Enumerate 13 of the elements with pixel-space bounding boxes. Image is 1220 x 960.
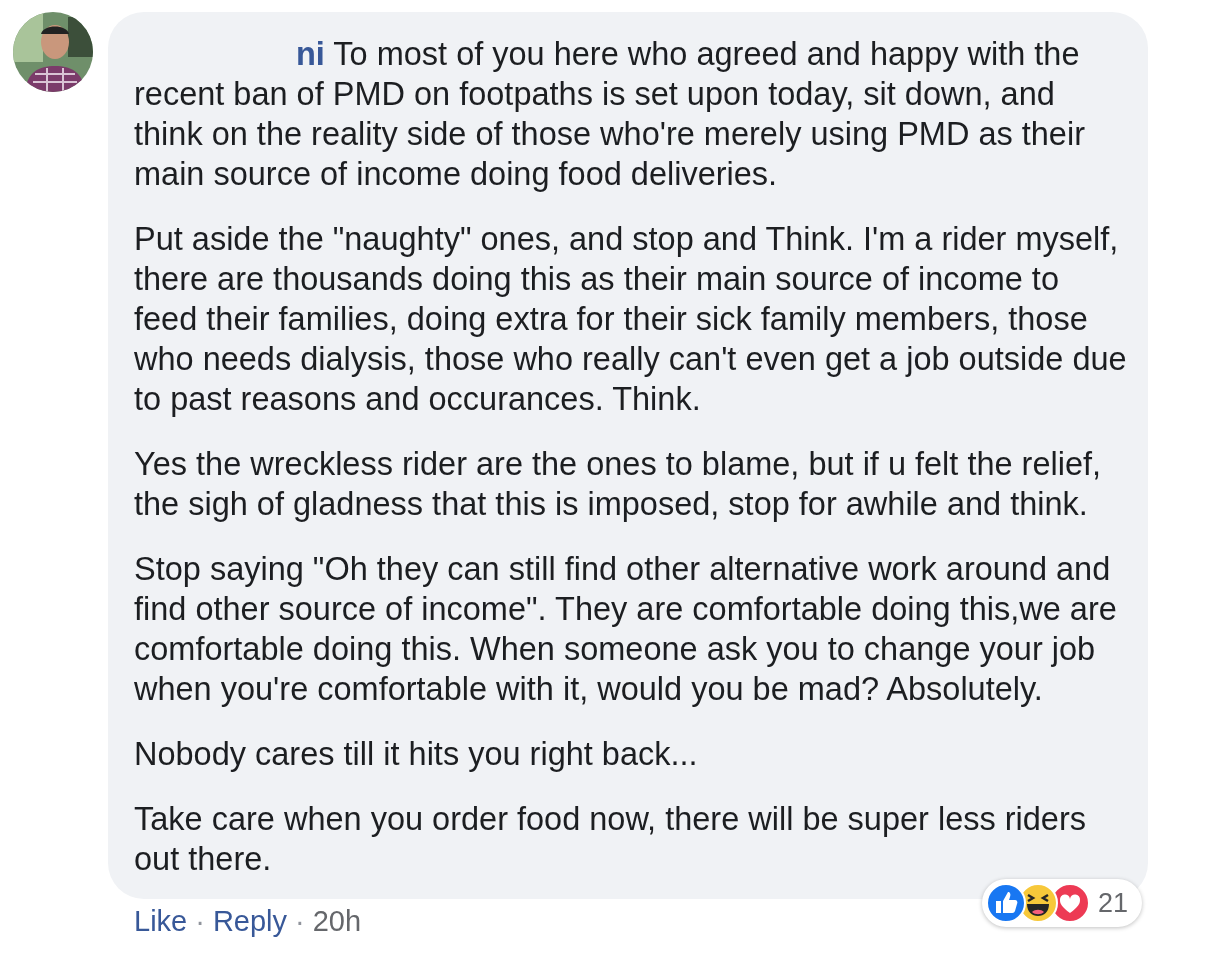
comment-paragraph: Stop saying "Oh they can still find other alternative work around and find other source of income". They are comfortable doing this,we are comfortable doing this. When someone ask you to change your job when you're comfortable with it, would you be mad? Absolutely. [134, 550, 1118, 709]
comment-paragraph: Nobody cares till it hits you right back... [134, 735, 699, 774]
comment-paragraph: Put aside the "naughty" ones, and stop and Think. I'm a rider myself, there are thousands doing this as their main source of income to feed their families, doing extra for their sick family members, those who needs dialysis, those who really can't even get a job outside due to past reasons and occurances. Think. [134, 220, 1128, 419]
thumbs-up-icon [985, 883, 1026, 923]
action-link[interactable]: Reply [212, 905, 288, 938]
separator-dot: · [195, 905, 205, 938]
separator-dot: · [295, 905, 305, 938]
action-link[interactable]: Like [134, 905, 188, 938]
timestamp[interactable]: 20h [312, 905, 362, 938]
comment-paragraph: ni To most of you here who agreed and happy with the recent ban of PMD on footpaths is set upon today, sit down, and think on the reality side of those who're merely using PMD as their main source of income doing food deliveries. [134, 35, 1086, 194]
reactions-summary[interactable]: 21 [981, 879, 1142, 927]
comment-paragraph: Yes the wreckless rider are the ones to blame, but if u felt the relief, the sigh of gladness that this is imposed, stop for awhile and think. [134, 445, 1103, 524]
comment-paragraph: Take care when you order food now, there will be super less riders out there. [134, 800, 1088, 879]
